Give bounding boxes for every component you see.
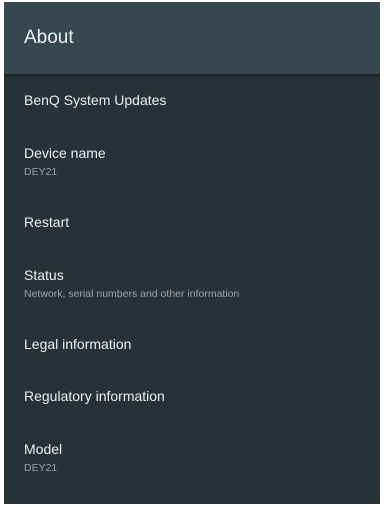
item-title: Model	[24, 440, 63, 457]
list-item-restart[interactable]: Restart	[4, 196, 380, 248]
item-title: Status	[24, 266, 64, 283]
item-title: Legal information	[24, 336, 132, 352]
item-summary: DEY21	[24, 461, 58, 474]
item-title: Device name	[24, 144, 106, 161]
list-item-status[interactable]: Status Network, serial numbers and other…	[4, 248, 380, 318]
item-summary: Network, serial numbers and other inform…	[24, 287, 240, 300]
list-item-legal-information[interactable]: Legal information	[4, 318, 380, 370]
about-settings-panel: About BenQ System Updates Device name DE…	[4, 2, 380, 504]
list-item-benq-system-updates[interactable]: BenQ System Updates	[4, 74, 380, 126]
list-item-model[interactable]: Model DEY21	[4, 422, 380, 492]
page-title: About	[24, 27, 74, 48]
list-item-regulatory-information[interactable]: Regulatory information	[4, 370, 380, 422]
header-bar: About	[4, 2, 380, 74]
item-title: Restart	[24, 214, 70, 230]
item-title: Regulatory information	[24, 388, 165, 404]
item-title: BenQ System Updates	[24, 92, 167, 108]
settings-list: BenQ System Updates Device name DEY21 Re…	[4, 74, 380, 492]
item-summary: DEY21	[24, 165, 58, 178]
list-item-device-name[interactable]: Device name DEY21	[4, 126, 380, 196]
